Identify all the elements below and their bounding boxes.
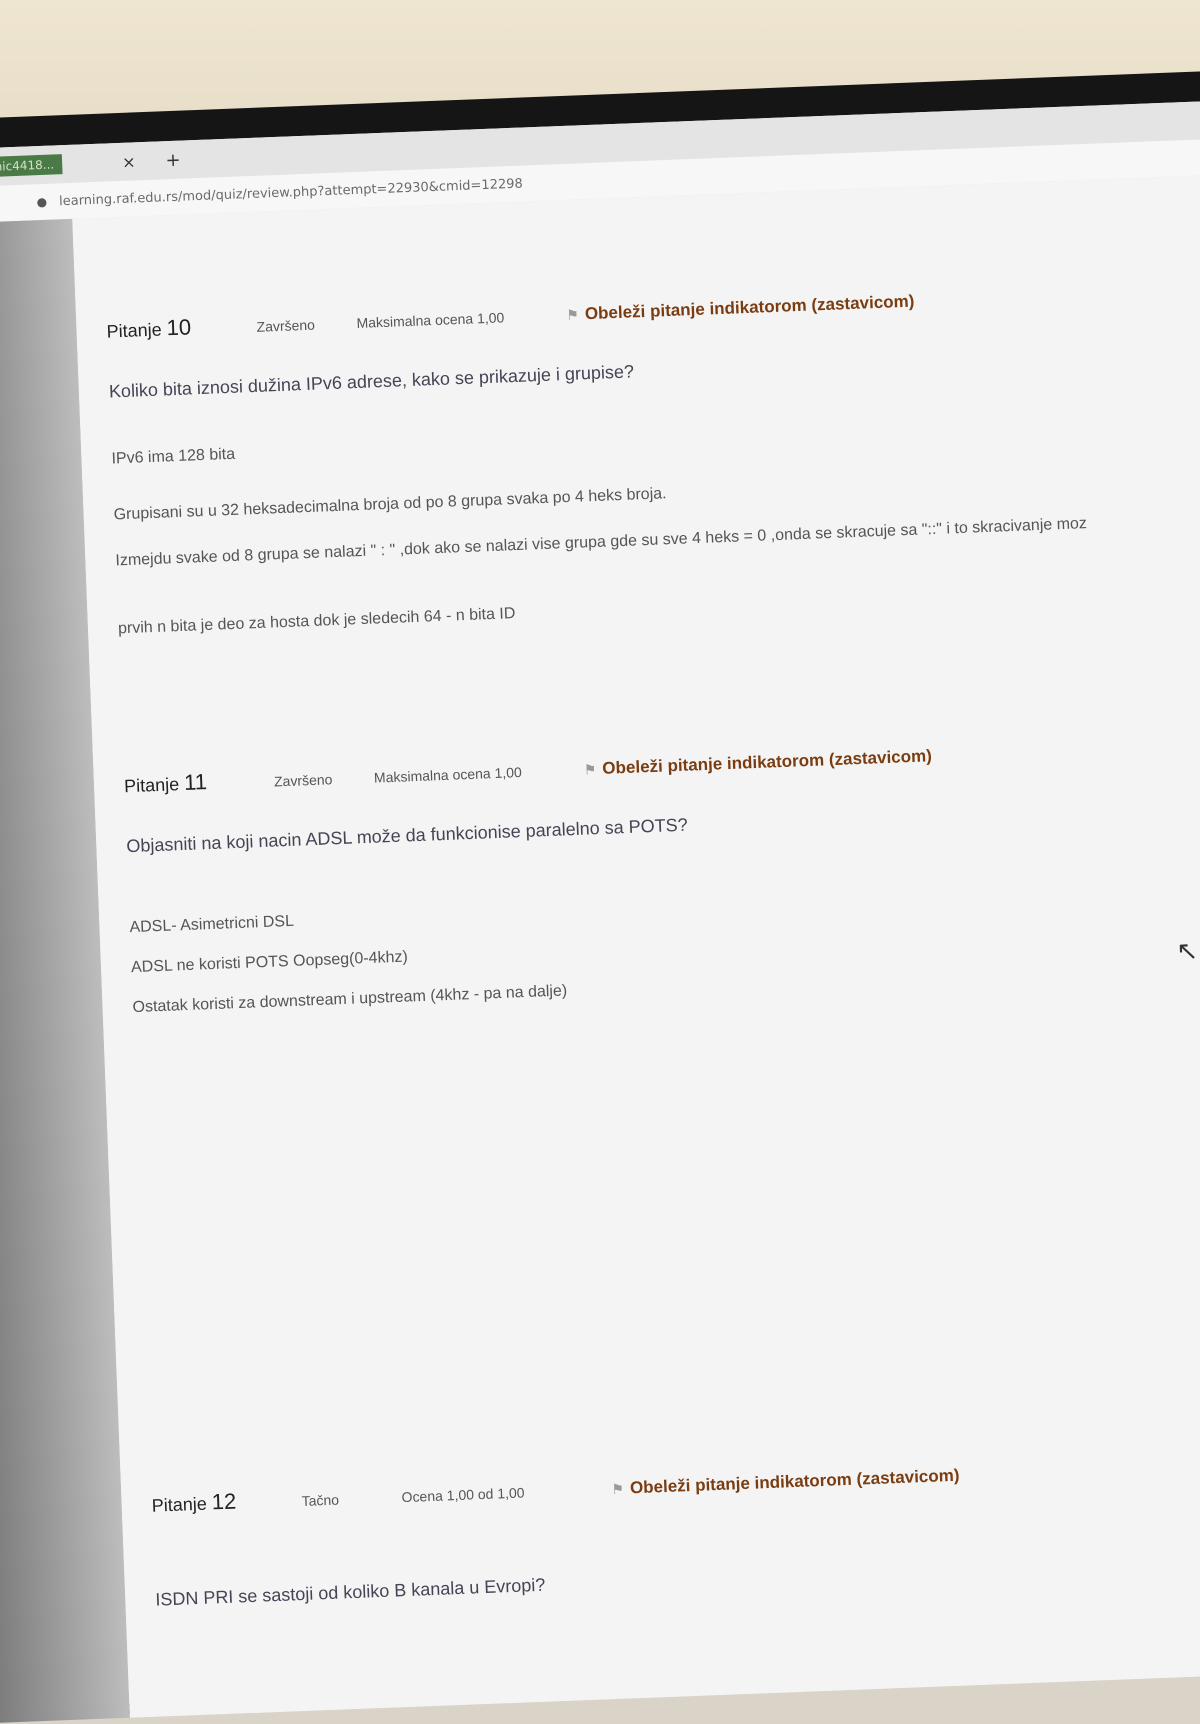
- question-label: Pitanje 11: [123, 769, 208, 797]
- question-number: 10: [166, 314, 192, 341]
- browser-tab[interactable]: amic4418... × +: [0, 146, 196, 180]
- close-icon[interactable]: ×: [122, 152, 136, 172]
- question-header: Pitanje 11 Završeno Maksimalna ocena 1,0…: [124, 741, 933, 798]
- browser-window: amic4418... × + ↻ ● learning.raf.edu.rs/…: [0, 97, 1200, 1723]
- mouse-cursor-icon: ↖: [1175, 936, 1199, 967]
- question-state: Završeno: [256, 316, 316, 335]
- tab-title: amic4418...: [0, 154, 63, 178]
- reload-icon[interactable]: ↻: [0, 193, 11, 215]
- question-label: Pitanje 12: [151, 1488, 237, 1516]
- question-grade: Maksimalna ocena 1,00: [356, 309, 505, 331]
- question-header: Pitanje 10 Završeno Maksimalna ocena 1,0…: [106, 280, 1078, 343]
- answer-line: prvih n bita je deo za hosta dok je sled…: [117, 605, 516, 638]
- question-text: Koliko bita iznosi dužina IPv6 adrese, k…: [108, 361, 635, 402]
- answer-line: Grupisani su u 32 heksadecimalna broja o…: [113, 485, 667, 524]
- flag-question-link[interactable]: ⚑ Obeleži pitanje indikatorom (zastavicom…: [611, 1466, 960, 1499]
- question-text: Objasniti na koji nacin ADSL može da fun…: [126, 814, 689, 857]
- question-state: Tačno: [301, 1491, 340, 1509]
- flag-icon: ⚑: [583, 761, 597, 778]
- answer-line: ADSL ne koristi POTS Oopseg(0-4khz): [130, 948, 409, 977]
- question-label: Pitanje 10: [106, 314, 192, 342]
- answer-line: Izmejdu svake od 8 grupa se nalazi " : "…: [115, 515, 1088, 570]
- question-text: ISDN PRI se sastoji od koliko B kanala u…: [154, 1574, 546, 1610]
- flag-icon: ⚑: [611, 1480, 625, 1498]
- question-state: Završeno: [273, 771, 333, 790]
- flag-icon: ⚑: [566, 306, 580, 323]
- answer-line: ADSL- Asimetricni DSL: [129, 912, 295, 937]
- question-grade: Maksimalna ocena 1,00: [373, 763, 523, 786]
- question-header: Pitanje 12 Tačno Ocena 1,00 od 1,00 ⚑ Obe…: [151, 1461, 960, 1518]
- question-number: 12: [211, 1488, 237, 1515]
- question-10: Pitanje 10 Završeno Maksimalna ocena 1,0…: [106, 280, 1090, 638]
- lock-icon: ●: [36, 194, 48, 210]
- new-tab-button[interactable]: +: [165, 149, 181, 171]
- question-number: 11: [183, 769, 208, 795]
- flag-question-link[interactable]: ⚑ Obeleži pitanje indikatorom (zastavicom…: [566, 292, 915, 325]
- monitor-screen: amic4418... × + ↻ ● learning.raf.edu.rs/…: [0, 0, 1200, 1723]
- question-grade: Ocena 1,00 od 1,00: [401, 1484, 525, 1506]
- flag-question-link[interactable]: ⚑ Obeleži pitanje indikatorom (zastavicom…: [583, 746, 933, 779]
- quiz-review-content: Pitanje 10 Završeno Maksimalna ocena 1,0…: [72, 171, 1200, 1718]
- question-12: Pitanje 12 Tačno Ocena 1,00 od 1,00 ⚑ Obe…: [151, 1461, 963, 1611]
- question-11: Pitanje 11 Završeno Maksimalna ocena 1,0…: [124, 741, 941, 1017]
- answer-line: IPv6 ima 128 bita: [111, 445, 236, 468]
- answer-line: Ostatak koristi za downstream i upstream…: [132, 982, 568, 1017]
